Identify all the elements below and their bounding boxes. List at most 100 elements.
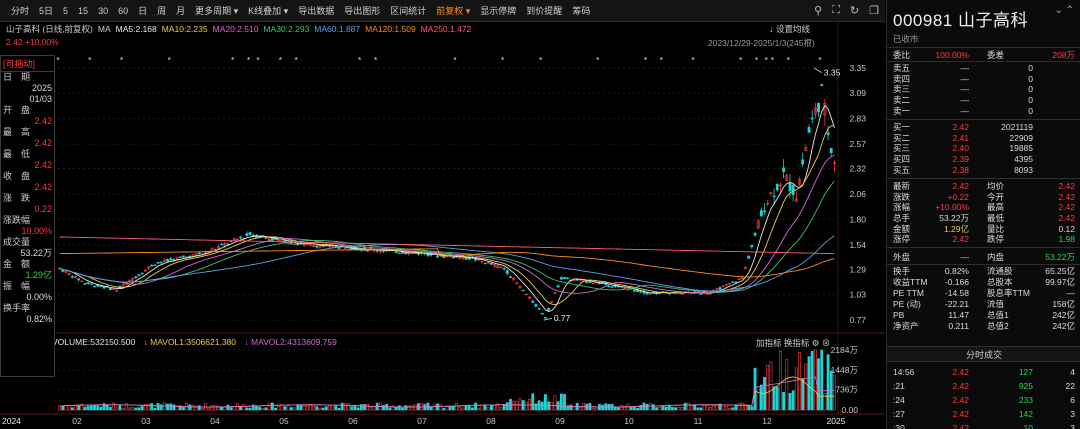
volume-bar bbox=[277, 406, 281, 411]
candle-body bbox=[788, 182, 792, 192]
volume-bar bbox=[324, 406, 328, 411]
volume-bar bbox=[505, 402, 509, 411]
candle-body bbox=[718, 287, 722, 290]
volume-bar bbox=[264, 407, 268, 411]
volume-bar bbox=[563, 394, 566, 411]
candle-body bbox=[537, 308, 541, 310]
candle-body bbox=[820, 84, 824, 87]
x-tick-label: 04 bbox=[210, 416, 220, 426]
crosshair-info-panel[interactable]: [可拖动] 日 期 2025 01/03 开 盘 2.42 最 高 2.42 最 低 2.42 收… bbox=[0, 55, 55, 377]
ticks-title[interactable]: 分时成交 bbox=[887, 346, 1080, 362]
settings-ma-button[interactable]: ↓ 设置均线 bbox=[769, 23, 810, 35]
sell-price: — bbox=[960, 84, 970, 95]
tick-num: 3 bbox=[1070, 422, 1075, 429]
info-label: 换手率 bbox=[3, 303, 31, 313]
volume-bar bbox=[382, 404, 385, 411]
volume-bar bbox=[779, 350, 782, 411]
candle-body bbox=[70, 276, 74, 278]
buy-row: 买二 2.41 22909 bbox=[887, 133, 1080, 144]
candle-body bbox=[169, 258, 173, 261]
volume-bar bbox=[242, 403, 246, 411]
volume-bar bbox=[731, 407, 735, 411]
volume-bar bbox=[493, 405, 497, 411]
volume-bar bbox=[686, 402, 690, 411]
volume-bar bbox=[369, 406, 373, 411]
volume-bar bbox=[410, 405, 414, 411]
fund-value: -14.58 bbox=[944, 288, 969, 299]
candle-body bbox=[77, 278, 81, 281]
candle-body bbox=[239, 236, 243, 239]
y-tick-label: 2.06 bbox=[849, 189, 866, 199]
chevron-down-icon[interactable]: ⌄ bbox=[1054, 5, 1062, 16]
volume-bar bbox=[86, 405, 90, 411]
candle-body bbox=[505, 270, 509, 274]
info-label: 最 低 bbox=[3, 149, 31, 159]
candle-body bbox=[397, 252, 401, 254]
event-marker: * bbox=[787, 56, 790, 65]
candle-body bbox=[153, 264, 157, 266]
candle-body bbox=[607, 285, 611, 288]
volume-bar bbox=[429, 406, 433, 411]
fund-value: — bbox=[1066, 288, 1076, 299]
volume-bar bbox=[636, 408, 639, 411]
volume-bar bbox=[728, 407, 732, 411]
buy-price: 2.41 bbox=[952, 132, 969, 143]
volume-bar bbox=[413, 404, 417, 411]
volume-bar bbox=[569, 404, 573, 411]
candle-body bbox=[544, 317, 547, 319]
kline-chart[interactable]: 3.35 3.09 2.83 2.57 2.32 2.06 1.80 1.54 1.29 1.03… bbox=[0, 0, 885, 429]
outer-label: 外盘 bbox=[893, 252, 911, 263]
volume-tick-label: 0.00 bbox=[841, 405, 858, 415]
stat-row: 涨跌 +0.22 今开 2.42 bbox=[887, 192, 1080, 203]
volume-bar bbox=[591, 407, 595, 411]
candle-body bbox=[801, 159, 805, 165]
ma60-line bbox=[59, 235, 835, 292]
volume-bar bbox=[96, 405, 100, 411]
fund-label: 净资产 bbox=[893, 321, 919, 332]
x-tick-label: 09 bbox=[555, 416, 565, 426]
mavol2-line bbox=[59, 376, 835, 408]
volume-bar bbox=[267, 402, 271, 411]
sell-price: — bbox=[960, 105, 970, 116]
stat-value: 1.98 bbox=[1058, 234, 1075, 245]
sell-price: — bbox=[960, 73, 970, 84]
quote-panel: 000981 山子高科 已收市 ⌄ ⌃ 委比 100.00% 委差 208万 卖五 —0 卖… bbox=[886, 0, 1080, 429]
stat-value: 1.29亿 bbox=[943, 223, 969, 234]
volume-bar bbox=[201, 407, 204, 411]
candle-body bbox=[610, 286, 614, 288]
volume-bar bbox=[289, 407, 293, 411]
volume-bar bbox=[766, 365, 770, 411]
chevron-up-icon[interactable]: ⌃ bbox=[1066, 5, 1074, 16]
settings-icon[interactable]: ⚙ bbox=[812, 338, 820, 348]
x-tick-label: 11 bbox=[694, 416, 703, 426]
divider bbox=[887, 61, 1080, 62]
divider bbox=[887, 119, 1080, 120]
volume-bar bbox=[671, 407, 674, 411]
volume-tick-label: 2184万 bbox=[831, 345, 858, 355]
ma10-line bbox=[59, 125, 835, 305]
y-tick-label: 3.09 bbox=[849, 88, 866, 98]
panel-drag-title[interactable]: [可拖动] bbox=[1, 56, 54, 72]
info-label: 涨跌幅 bbox=[3, 215, 31, 225]
stat-label: 涨停 bbox=[893, 234, 911, 245]
event-marker: * bbox=[247, 56, 250, 65]
volume-bar bbox=[188, 404, 192, 411]
event-marker: * bbox=[771, 56, 774, 65]
ma20-line bbox=[59, 154, 835, 294]
stat-row: 涨幅 +10.00% 最高 2.42 bbox=[887, 202, 1080, 213]
indicator-tools[interactable]: 加指标 换指标 ⚙ ⊗ bbox=[756, 337, 830, 349]
y-tick-label: 2.83 bbox=[849, 114, 866, 124]
sell-volume: 0 bbox=[1028, 105, 1033, 116]
x-tick-label: 2025 bbox=[827, 416, 846, 426]
close-icon[interactable]: ⊗ bbox=[822, 338, 831, 348]
volume-bar bbox=[448, 406, 452, 411]
volume-bar bbox=[299, 405, 303, 411]
volume-bar bbox=[89, 405, 93, 411]
panel-icons[interactable]: ⌄ ⌃ bbox=[1054, 5, 1074, 16]
volume-bar bbox=[775, 386, 779, 411]
volume-bar bbox=[794, 367, 798, 411]
volume-bar bbox=[286, 405, 290, 411]
outer-value: — bbox=[960, 252, 970, 263]
candle-body bbox=[807, 127, 811, 133]
info-label: 成交量 bbox=[3, 237, 31, 247]
